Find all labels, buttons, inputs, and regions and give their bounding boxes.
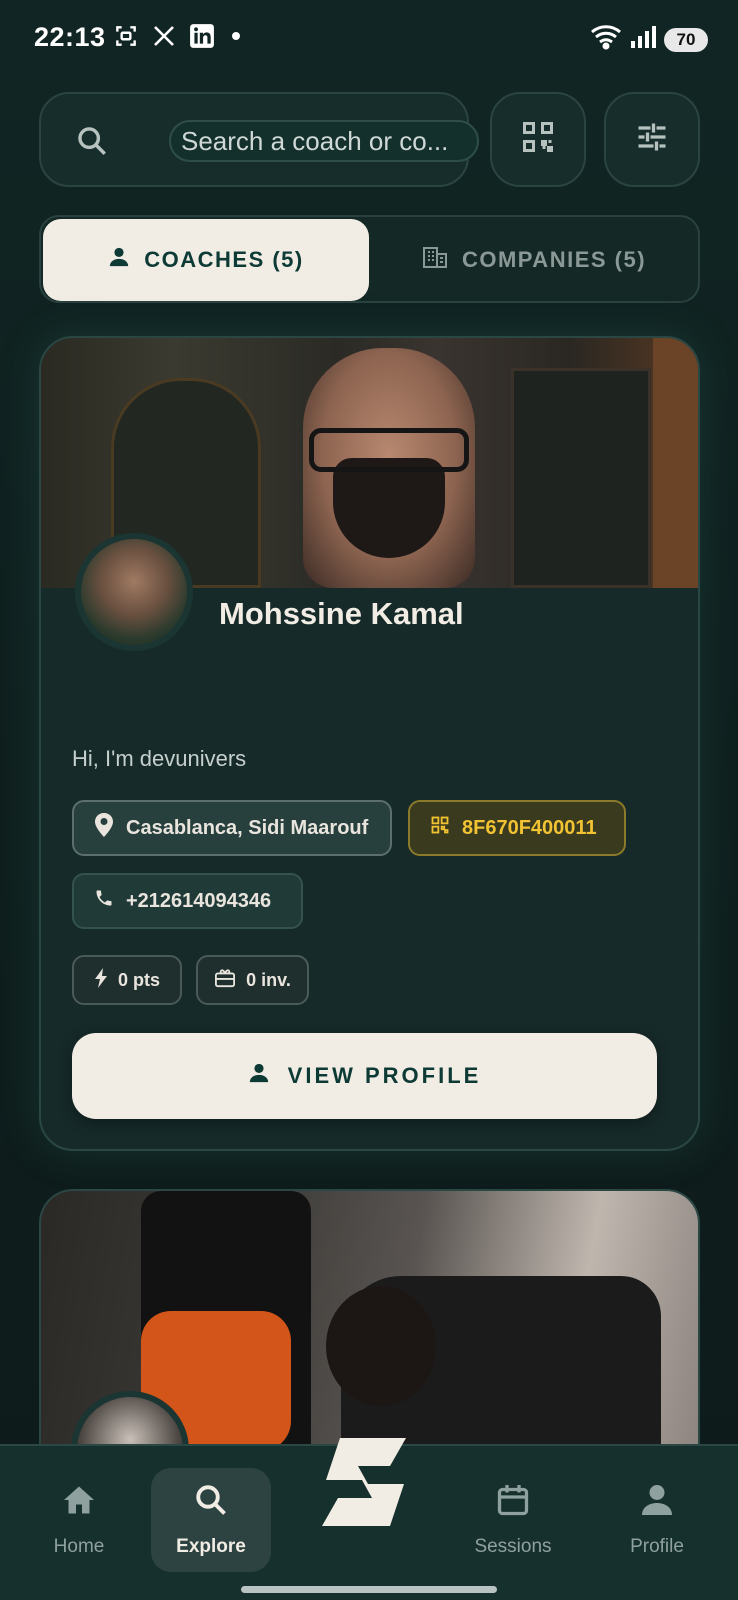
status-bar: 22:13 70 — [0, 0, 738, 80]
invites-chip: 0 inv. — [196, 955, 309, 1005]
location-chip: Casablanca, Sidi Maarouf — [72, 800, 392, 856]
location-pin-icon — [94, 813, 114, 843]
view-profile-label: VIEW PROFILE — [287, 1063, 482, 1088]
calendar-icon — [495, 1482, 531, 1524]
tab-coaches-label: COACHES (5) — [144, 247, 304, 272]
coach-name: Mohssine Kamal — [219, 596, 464, 631]
nav-explore-label: Explore — [176, 1536, 246, 1557]
signal-icon — [630, 25, 656, 54]
search-input[interactable]: Search a coach or co... — [169, 120, 479, 162]
sliders-icon — [634, 119, 670, 160]
search-icon — [193, 1482, 229, 1524]
home-indicator[interactable] — [241, 1586, 497, 1593]
logo-icon — [306, 1438, 432, 1556]
home-icon — [61, 1482, 97, 1524]
invites-value: 0 inv. — [246, 969, 291, 990]
nav-home[interactable]: Home — [19, 1468, 139, 1572]
notification-dot — [232, 32, 240, 40]
nav-sessions[interactable]: Sessions — [453, 1468, 573, 1572]
qr-code-icon — [430, 815, 450, 841]
nav-explore[interactable]: Explore — [151, 1468, 271, 1572]
system-icons: 70 — [590, 24, 708, 55]
points-chip: 0 pts — [72, 955, 182, 1005]
points-value: 0 pts — [117, 969, 160, 990]
linkedin-icon — [188, 22, 216, 50]
qr-scan-button[interactable] — [490, 92, 586, 187]
tab-coaches[interactable]: COACHES (5) — [43, 219, 369, 301]
screenshot-icon — [112, 22, 140, 50]
search-icon — [75, 124, 109, 158]
notification-icons — [112, 22, 240, 50]
filter-button[interactable] — [604, 92, 700, 187]
explore-tabs: COACHES (5) COMPANIES (5) — [39, 215, 700, 303]
wifi-icon — [590, 24, 622, 55]
tab-companies[interactable]: COMPANIES (5) — [371, 219, 697, 301]
phone-number: +212614094346 — [126, 889, 272, 912]
bottom-navigation: Home Explore Sessions Profile — [0, 1438, 738, 1600]
gift-card-icon — [214, 968, 236, 993]
explore-screen: 22:13 70 Search a coach or co... COACHES… — [0, 0, 738, 1600]
tab-companies-label: COMPANIES (5) — [461, 247, 647, 272]
nav-profile-label: Profile — [630, 1536, 684, 1557]
avatar — [75, 533, 193, 651]
battery-indicator: 70 — [664, 27, 708, 52]
coach-card[interactable]: Mohssine Kamal Hi, I'm devunivers Casabl… — [39, 336, 700, 1151]
person-icon — [108, 246, 130, 274]
qr-code-icon — [520, 119, 556, 160]
search-bar[interactable]: Search a coach or co... — [39, 92, 479, 187]
coach-code-chip[interactable]: 8F670F400011 — [408, 800, 626, 856]
bolt-icon — [94, 967, 108, 993]
nav-profile[interactable]: Profile — [597, 1468, 717, 1572]
coach-card-2[interactable] — [39, 1189, 700, 1449]
phone-icon — [94, 888, 114, 914]
nav-sessions-label: Sessions — [474, 1536, 552, 1557]
person-icon — [248, 1062, 270, 1090]
app-logo-button[interactable] — [306, 1426, 432, 1552]
x-icon — [150, 22, 178, 50]
status-time: 22:13 — [34, 22, 106, 52]
coach-bio: Hi, I'm devunivers — [72, 746, 247, 771]
coach-code: 8F670F400011 — [462, 816, 597, 839]
building-icon — [422, 245, 448, 275]
view-profile-button[interactable]: VIEW PROFILE — [72, 1033, 657, 1119]
nav-home-label: Home — [53, 1536, 105, 1557]
person-icon — [639, 1482, 675, 1524]
location-text: Casablanca, Sidi Maarouf — [126, 816, 369, 839]
phone-chip[interactable]: +212614094346 — [72, 873, 303, 929]
